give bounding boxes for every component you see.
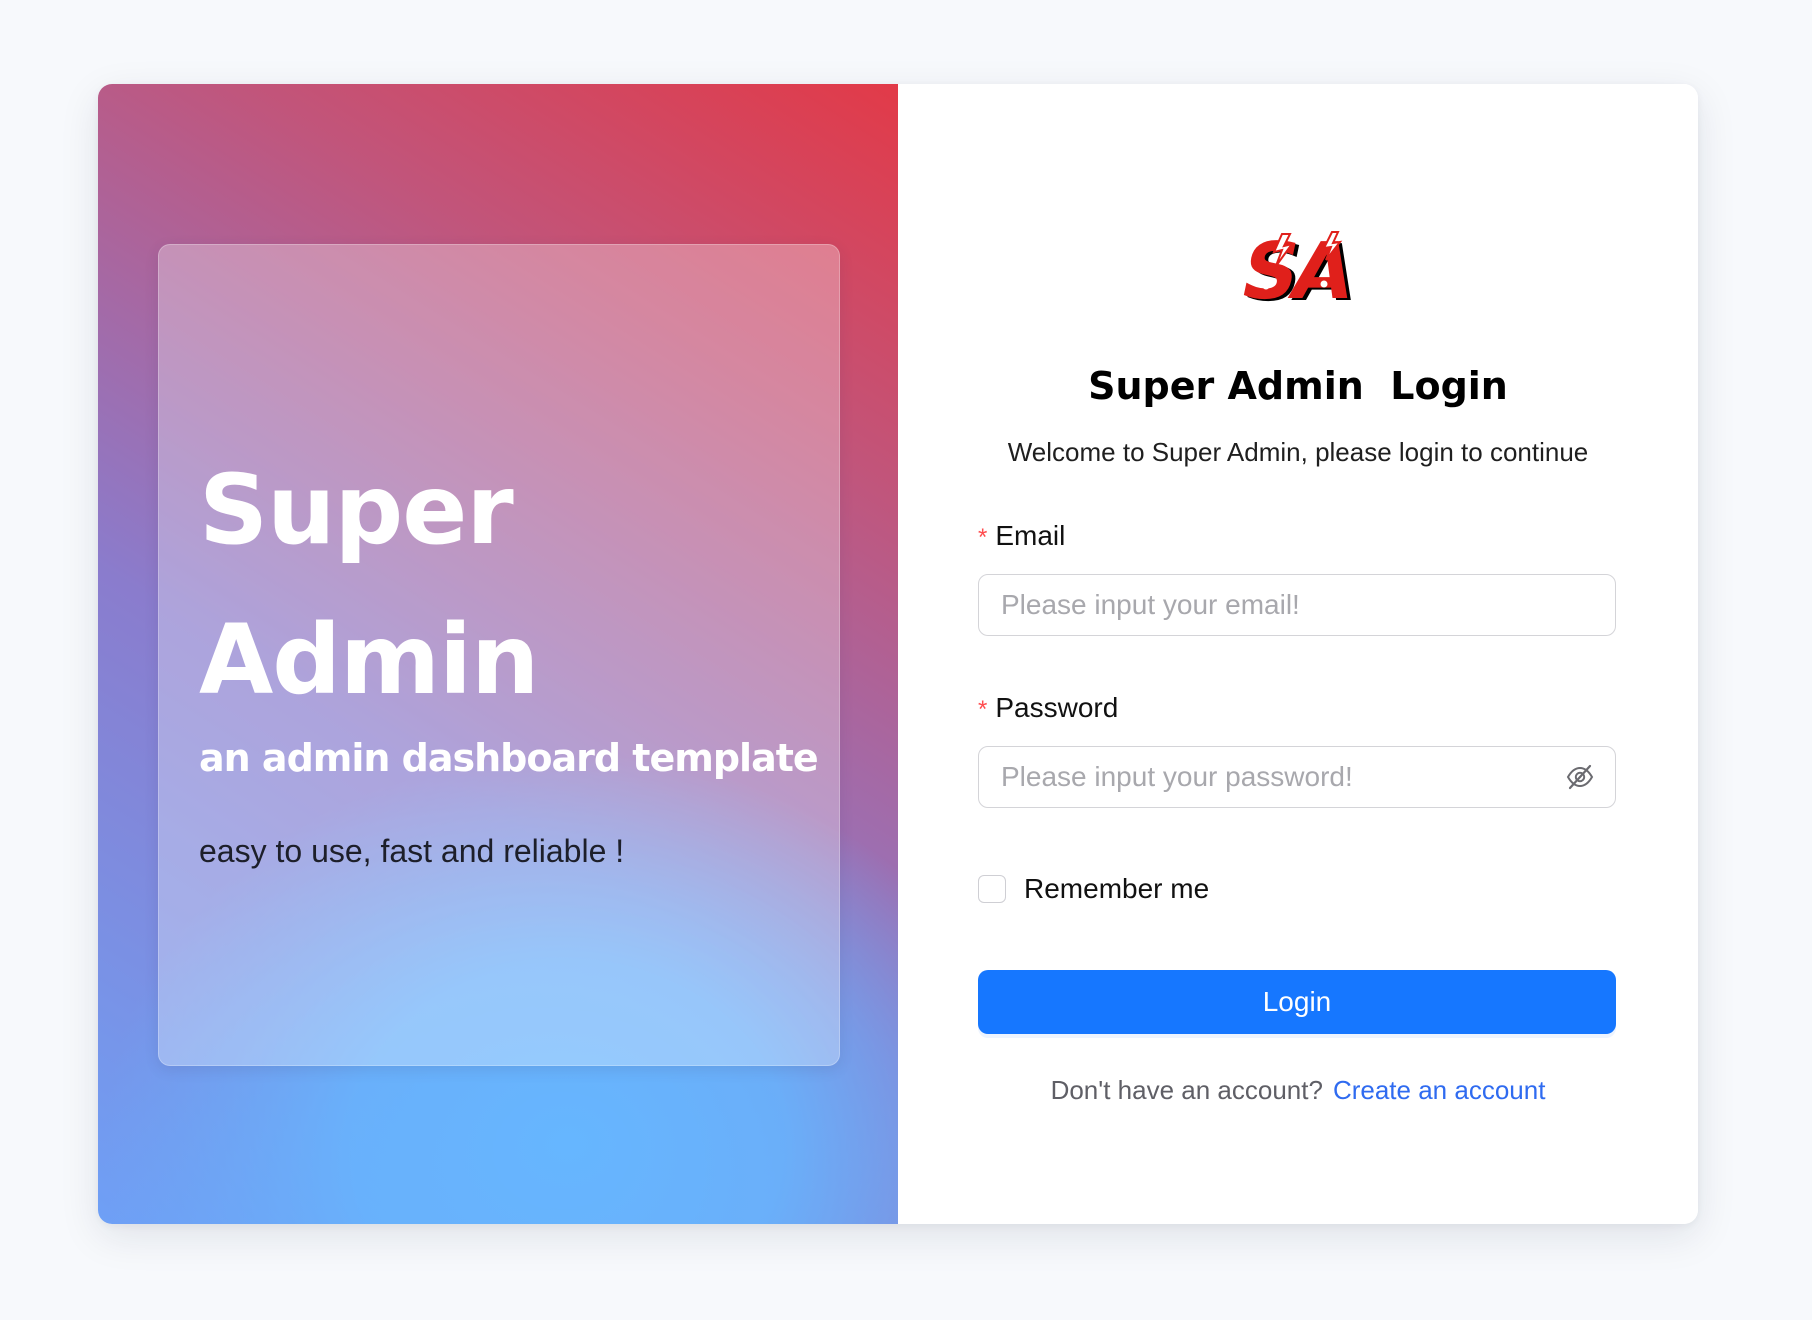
remember-me-option[interactable]: Remember me: [978, 872, 1209, 906]
welcome-message: Welcome to Super Admin, please login to …: [1007, 437, 1589, 467]
required-mark: *: [978, 524, 988, 551]
signup-line: Don't have an account? Create an account: [898, 1072, 1698, 1108]
remember-me-checkbox[interactable]: [978, 875, 1006, 903]
remember-me-label: Remember me: [1024, 873, 1210, 904]
login-title: Super Admin Login: [1088, 364, 1508, 408]
login-button[interactable]: Login: [978, 970, 1616, 1034]
eye-invisible-icon[interactable]: [1565, 763, 1595, 791]
password-label-text: Password: [995, 692, 1119, 723]
svg-text:SA: SA: [1236, 228, 1360, 310]
hero-tagline: easy to use, fast and reliable !: [199, 833, 625, 869]
hero-title-line2: Admin: [199, 604, 539, 716]
email-label: * Email: [978, 518, 1065, 556]
login-card: Super Admin an admin dashboard template …: [98, 84, 1698, 1224]
super-admin-logo: SA SA: [1236, 228, 1360, 310]
hero-title: Super Admin: [199, 435, 759, 735]
hero-subtitle: an admin dashboard template: [199, 736, 819, 780]
required-mark: *: [978, 696, 988, 723]
password-field-wrapper: [978, 746, 1616, 808]
password-label: * Password: [978, 690, 1118, 728]
hero-panel-background: Super Admin an admin dashboard template …: [98, 84, 898, 1224]
hero-glass-card: Super Admin an admin dashboard template …: [158, 244, 840, 1066]
signup-prompt: Don't have an account?: [1050, 1075, 1323, 1105]
password-input[interactable]: [1001, 747, 1561, 807]
create-account-link[interactable]: Create an account: [1333, 1075, 1545, 1105]
email-field-wrapper: [978, 574, 1616, 636]
email-input[interactable]: [1001, 575, 1561, 635]
login-form-panel: SA SA Super Admin Login Welcome to Super…: [898, 84, 1698, 1224]
hero-title-line1: Super: [199, 454, 514, 566]
email-label-text: Email: [995, 520, 1066, 551]
